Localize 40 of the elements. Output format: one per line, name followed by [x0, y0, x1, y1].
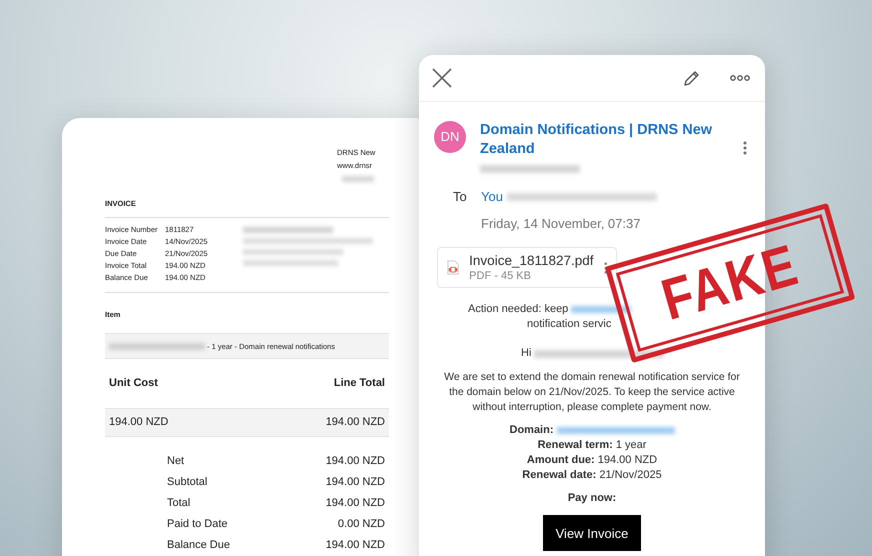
table-cell-text: 194.00 NZD	[109, 415, 168, 430]
file-meta: PDF - 45 KB	[469, 268, 532, 282]
total-value: 194.00 NZD	[326, 454, 385, 469]
fact-text: Renewal term: 1 year	[538, 438, 646, 453]
kebab-icon[interactable]	[604, 260, 607, 274]
table-cell-text: 194.00 NZD	[326, 415, 385, 430]
more-icon[interactable]	[730, 75, 750, 81]
total-value: 0.00 NZD	[338, 516, 385, 532]
greeting: Hi	[521, 346, 532, 361]
close-icon[interactable]	[432, 68, 452, 88]
pencil-icon[interactable]	[683, 70, 700, 86]
kebab-icon[interactable]	[743, 141, 747, 155]
redacted-text	[342, 176, 374, 182]
avatar: DN	[434, 121, 466, 153]
attachment-card[interactable]: Invoice_1811827.pdf PDF - 45 KB	[437, 247, 617, 288]
to-label: To	[453, 188, 468, 206]
total-label: Subtotal	[167, 474, 208, 490]
date: Friday, 14 November, 07:37	[480, 214, 642, 233]
action-text: Action needed: keep	[468, 302, 568, 317]
total-label: Paid to Date	[167, 516, 228, 532]
recipient[interactable]: You	[481, 187, 503, 206]
total-value: 194.00 NZD	[326, 538, 385, 553]
total-value: 194.00 NZD	[326, 474, 385, 490]
file-name: Invoice_1811827.pdf	[469, 252, 594, 268]
sender-name[interactable]: Domain Notifications | DRNS New Zealand	[480, 121, 730, 159]
total-value: 194.00 NZD	[326, 496, 385, 511]
column-heading: Unit Cost	[109, 376, 158, 392]
fact-text: Renewal date: 21/Nov/2025	[522, 468, 662, 483]
total-label: Total	[167, 496, 190, 511]
pdf-icon	[447, 259, 460, 276]
fact-text: Amount due: 194.00 NZD	[526, 453, 658, 468]
stamp-text: FAKE	[656, 236, 804, 330]
pay-label: Pay now:	[566, 491, 618, 506]
view-invoice-button[interactable]: View Invoice	[543, 515, 641, 551]
column-heading: Line Total	[334, 376, 385, 392]
body-text: We are set to extend the domain renewal notification service for the domain below on 21/Nov/2025. To keep the service active without interruption, please complete payment now.	[443, 370, 741, 415]
field-label: Domain:	[510, 423, 554, 438]
total-label: Net	[167, 454, 184, 469]
action-text: notification servic	[526, 317, 612, 332]
total-label: Balance Due	[167, 538, 230, 553]
